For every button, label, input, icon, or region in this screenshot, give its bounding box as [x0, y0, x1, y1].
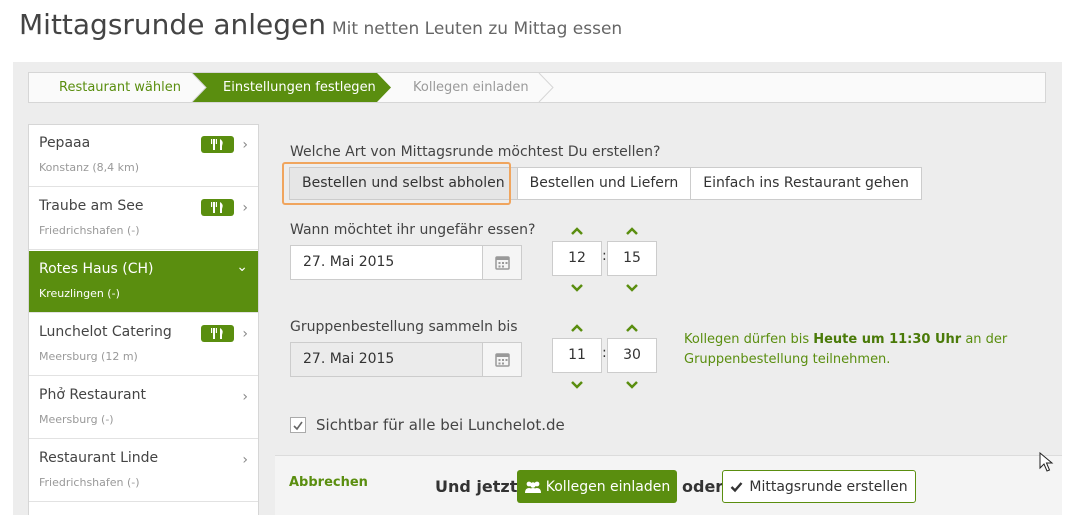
chevron-right-icon: ›	[242, 137, 248, 153]
type-option-delivery[interactable]: Bestellen und Liefern	[516, 167, 692, 200]
chevron-right-icon: ›	[242, 200, 248, 216]
list-item[interactable]: Lunchelot Catering Meersburg (12 m) ›	[29, 314, 258, 376]
invite-button-label: Kollegen einladen	[545, 478, 671, 495]
type-question-label: Welche Art von Mittagsrunde möchtest Du …	[290, 144, 661, 160]
collect-minute-input[interactable]: 30	[607, 338, 657, 373]
time-separator: :	[602, 248, 607, 264]
collect-date-input[interactable]: 27. Mai 2015	[290, 342, 483, 377]
chevron-right-icon: ›	[242, 452, 248, 468]
restaurant-location: Konstanz (8,4 km)	[39, 161, 140, 174]
oder-label: oder	[682, 477, 724, 496]
wizard-arrows	[191, 73, 554, 102]
collect-hour-input[interactable]: 11	[552, 338, 602, 373]
page-title: Mittagsrunde anlegen Mit netten Leuten zu…	[19, 8, 622, 41]
restaurant-name: Pepaaa	[39, 135, 91, 151]
wizard-step-settings[interactable]: Einstellungen festlegen	[223, 73, 376, 102]
time-separator: :	[602, 345, 607, 361]
list-item[interactable]: Restaurant Linde Friedrichshafen (-) ›	[29, 440, 258, 502]
list-item[interactable]: Rotes Haus (CH) Kreuzlingen (-) ⌄	[29, 251, 258, 313]
page-title-text: Mittagsrunde anlegen	[19, 8, 326, 41]
calendar-icon	[495, 256, 510, 270]
wizard-steps: Restaurant wählen Einstellungen festlege…	[28, 72, 1046, 103]
restaurant-list: Pepaaa Konstanz (8,4 km) › Traube am See…	[28, 124, 259, 515]
invite-colleagues-button[interactable]: Kollegen einladen	[517, 470, 677, 503]
checkmark-icon	[293, 421, 303, 431]
restaurant-location: Friedrichshafen (-)	[39, 224, 140, 237]
type-option-restaurant[interactable]: Einfach ins Restaurant gehen	[690, 167, 922, 200]
info-deadline: Heute um 11:30 Uhr	[813, 332, 962, 347]
chevron-up-icon[interactable]	[568, 224, 586, 238]
when-hour-input[interactable]: 12	[552, 241, 602, 276]
restaurant-name: Traube am See	[39, 198, 144, 214]
restaurant-name: Rotes Haus (CH)	[39, 261, 154, 277]
create-button-label: Mittagsrunde erstellen	[749, 478, 908, 495]
chevron-down-icon[interactable]	[623, 378, 641, 392]
chevron-up-icon[interactable]	[568, 321, 586, 335]
chevron-up-icon[interactable]	[623, 224, 641, 238]
visible-label[interactable]: Sichtbar für alle bei Lunchelot.de	[316, 416, 565, 434]
chevron-down-icon[interactable]	[568, 378, 586, 392]
restaurant-location: Meersburg (-)	[39, 413, 114, 426]
list-item[interactable]: Traube am See Friedrichshafen (-) ›	[29, 188, 258, 250]
chevron-right-icon: ›	[242, 389, 248, 405]
mouse-cursor-icon	[1039, 452, 1054, 472]
list-item[interactable]: Pepaaa Konstanz (8,4 km) ›	[29, 125, 258, 187]
collect-calendar-button[interactable]	[482, 342, 522, 377]
when-date-input[interactable]: 27. Mai 2015	[290, 245, 483, 280]
restaurant-location: Kreuzlingen (-)	[39, 287, 120, 300]
collect-info-text: Kollegen dürfen bis Heute um 11:30 Uhr a…	[684, 330, 1014, 370]
when-minute-input[interactable]: 15	[607, 241, 657, 276]
restaurant-location: Friedrichshafen (-)	[39, 476, 140, 489]
cutlery-icon	[201, 136, 234, 153]
restaurant-name: Restaurant Linde	[39, 450, 159, 466]
when-calendar-button[interactable]	[482, 245, 522, 280]
chevron-down-icon[interactable]	[623, 281, 641, 295]
und-jetzt-label: Und jetzt:	[435, 477, 524, 496]
cancel-link[interactable]: Abbrechen	[289, 475, 368, 490]
cutlery-icon	[201, 199, 234, 216]
collect-label: Gruppenbestellung sammeln bis	[290, 319, 518, 335]
cutlery-icon	[201, 325, 234, 342]
wizard-step-invite: Kollegen einladen	[413, 80, 529, 95]
chevron-down-icon: ⌄	[236, 259, 248, 275]
chevron-up-icon[interactable]	[623, 321, 641, 335]
calendar-icon	[495, 353, 510, 367]
checkmark-icon	[731, 481, 743, 492]
create-lunch-button[interactable]: Mittagsrunde erstellen	[722, 470, 916, 503]
chevron-right-icon: ›	[242, 326, 248, 342]
list-item[interactable]: Phở Restaurant Meersburg (-) ›	[29, 377, 258, 439]
restaurant-name: Phở Restaurant	[39, 387, 146, 403]
restaurant-location: Meersburg (12 m)	[39, 350, 138, 363]
wizard-step-restaurant[interactable]: Restaurant wählen	[59, 73, 181, 102]
restaurant-name: Lunchelot Catering	[39, 324, 172, 340]
when-label: Wann möchtet ihr ungefähr essen?	[290, 222, 536, 238]
chevron-down-icon[interactable]	[568, 281, 586, 295]
visible-checkbox[interactable]	[290, 417, 306, 433]
users-icon	[524, 481, 541, 493]
page-subtitle: Mit netten Leuten zu Mittag essen	[331, 19, 623, 39]
selection-highlight	[282, 162, 511, 205]
info-prefix: Kollegen dürfen bis	[684, 332, 814, 347]
